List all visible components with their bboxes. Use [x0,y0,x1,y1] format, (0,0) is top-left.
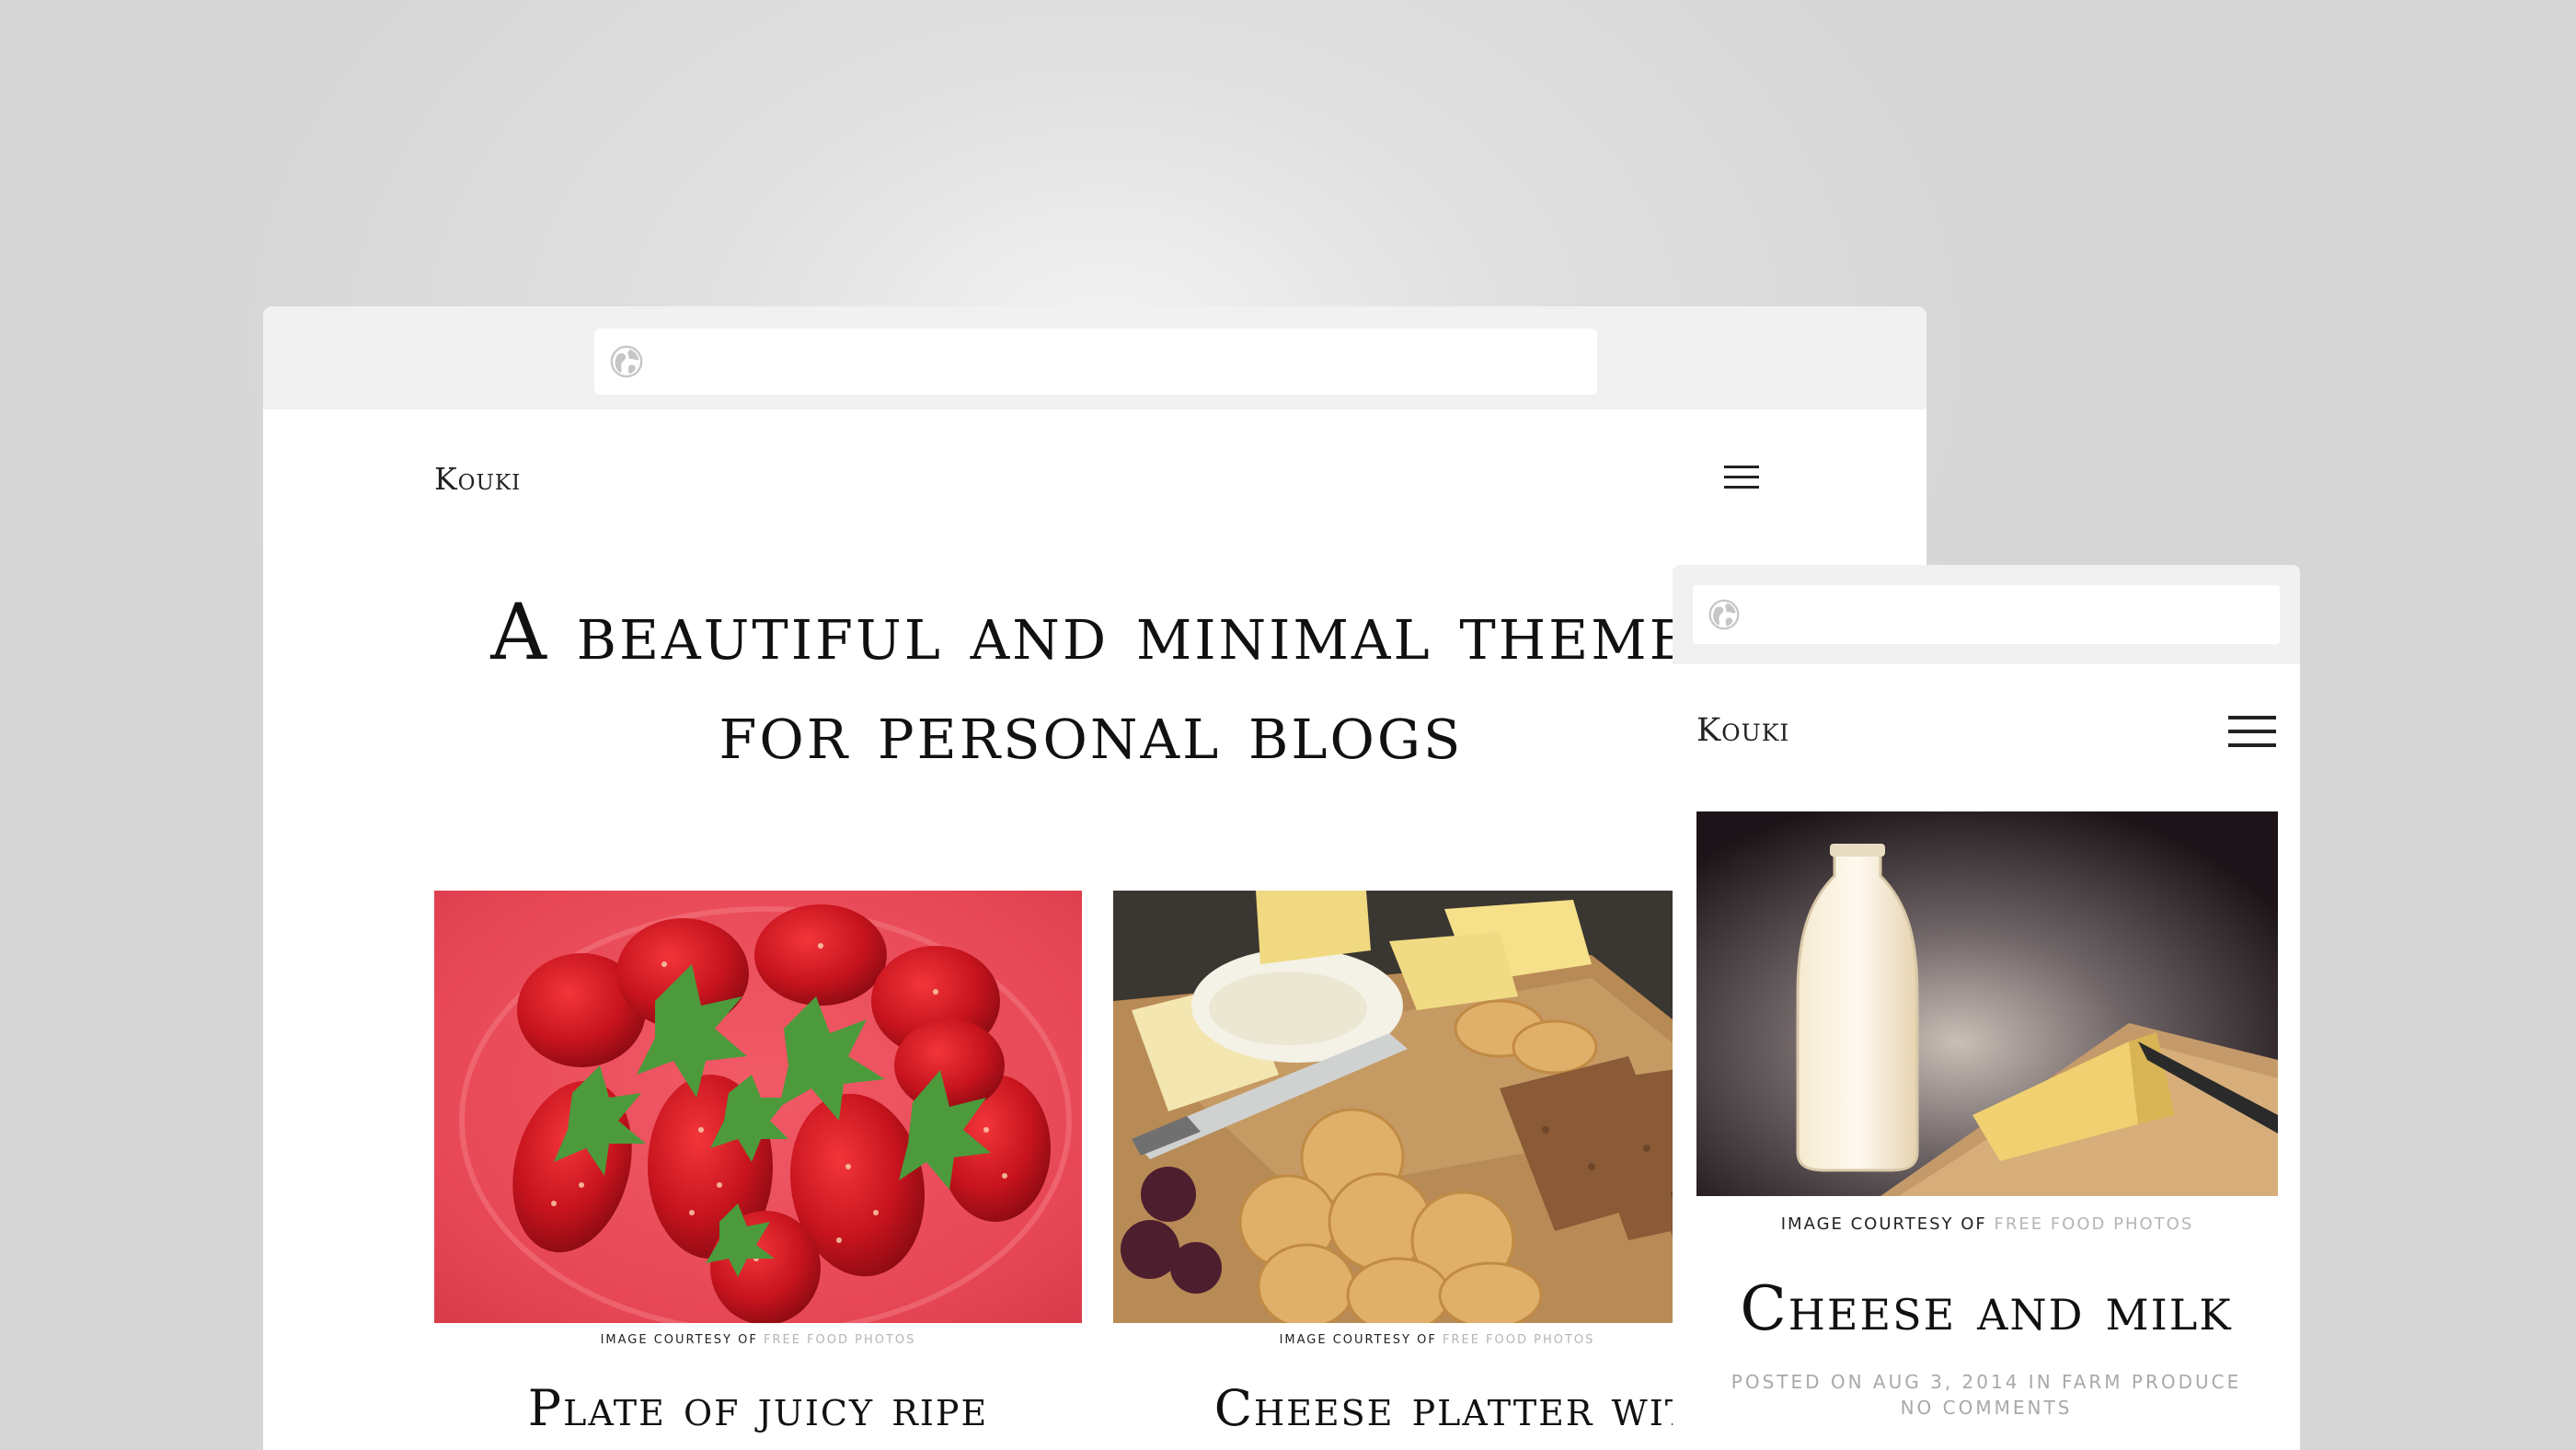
hamburger-menu-icon[interactable] [2228,716,2276,753]
credit-prefix: Image courtesy of [600,1333,758,1347]
image-credit: Image courtesy of Free Food Photos [434,1333,1082,1347]
post-image-cheese-and-milk[interactable] [1696,811,2278,1196]
image-credit: Image courtesy of Free Food Photos [1113,1333,1761,1347]
site-tagline: A beautiful and minimal theme for person… [401,582,1781,781]
browser-toolbar [1673,565,2300,664]
credit-prefix: Image courtesy of [1279,1333,1437,1347]
post-title[interactable]: Cheese and milk [1673,1273,2300,1344]
hamburger-menu-icon[interactable] [1724,466,1759,493]
site-logo[interactable]: Kouki [1696,712,1789,749]
post-comments-count[interactable]: No comments [1673,1397,2300,1419]
tagline-line-1: A beautiful and minimal theme [490,587,1692,677]
credit-link[interactable]: Free Food Photos [1995,1214,2194,1234]
credit-link[interactable]: Free Food Photos [764,1333,915,1347]
address-bar[interactable] [594,328,1597,395]
image-credit: Image courtesy of Free Food Photos [1696,1214,2278,1234]
globe-icon [610,345,643,378]
credit-prefix: Image courtesy of [1780,1214,1987,1234]
site-logo[interactable]: Kouki [434,461,521,497]
post-image-strawberries[interactable] [434,891,1082,1323]
tagline-line-2: for personal blogs [719,686,1464,777]
globe-icon [1708,599,1740,630]
post-title[interactable]: Plate of juicy ripe [434,1379,1082,1437]
credit-link[interactable]: Free Food Photos [1443,1333,1594,1347]
strawberries-photo [434,891,1082,1323]
post-meta: Posted on Aug 3, 2014 in Farm Produce [1731,1371,2242,1393]
browser-toolbar [263,306,1926,409]
address-bar[interactable] [1693,585,2280,644]
cheese-and-milk-photo [1696,811,2278,1196]
mobile-browser-window: Kouki IMAGE COURTESY OF FREE FOOD PHOTOS… [1673,565,2300,1450]
